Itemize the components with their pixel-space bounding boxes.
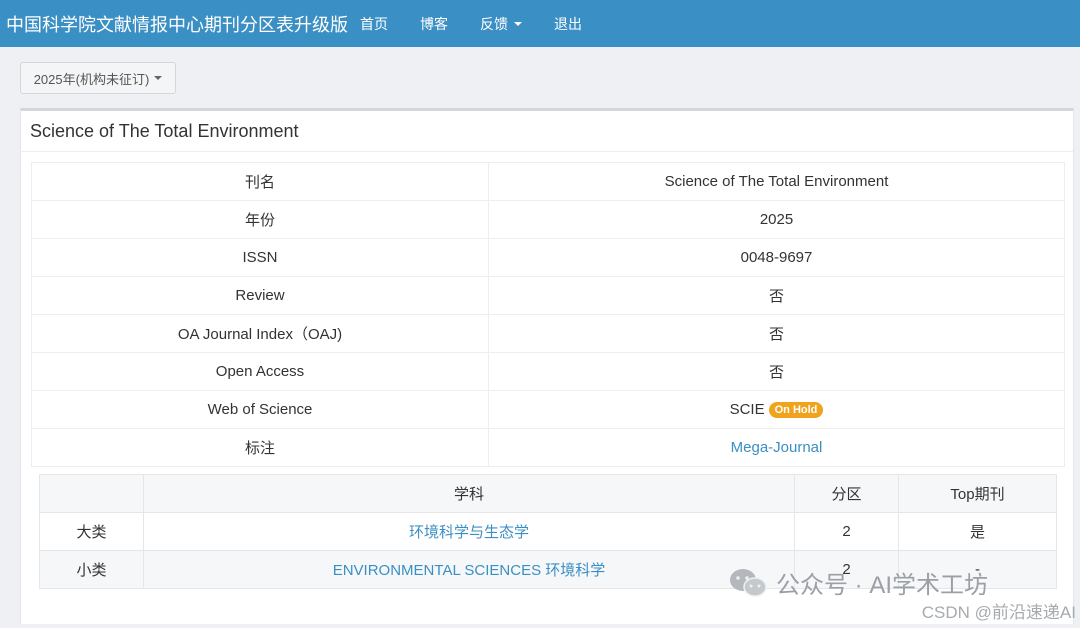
row-key: OA Journal Index（OAJ) <box>31 314 489 353</box>
journal-panel: Science of The Total Environment 刊名 Scien… <box>20 108 1074 624</box>
category-cell: 小类 <box>39 550 144 589</box>
year-select-label: 2025年(机构未征订) <box>33 71 150 87</box>
row-value-wos: SCIE On Hold <box>488 390 1065 429</box>
row-key: Open Access <box>31 352 489 391</box>
watermark: 公众号 · AI学术工坊 <box>728 565 988 600</box>
row-value: Mega-Journal <box>488 428 1065 467</box>
nav-home[interactable]: 首页 <box>360 14 388 34</box>
top-navbar: 中国科学院文献情报中心期刊分区表升级版 首页 博客 反馈 退出 <box>0 0 1080 47</box>
watermark-text: 公众号 · AI学术工坊 <box>776 572 989 599</box>
row-key: ISSN <box>31 238 489 277</box>
caret-down-icon <box>514 21 522 26</box>
table-row: Web of Science SCIE On Hold <box>31 390 1065 429</box>
journal-info-table: 刊名 Science of The Total Environment 年份 202… <box>31 162 1065 467</box>
table-row: 大类 环境科学与生态学 2 是 <box>39 512 1057 551</box>
caret-down-icon <box>154 76 163 80</box>
nav-home-label: 首页 <box>360 15 388 32</box>
row-value: 2025 <box>488 200 1065 239</box>
row-value: 否 <box>488 314 1065 353</box>
row-value: 否 <box>488 352 1065 391</box>
nav-logout[interactable]: 退出 <box>554 14 582 34</box>
col-header-top: Top期刊 <box>898 474 1057 513</box>
year-select-button[interactable]: 2025年(机构未征订) <box>20 62 176 94</box>
top-cell: 是 <box>898 512 1057 551</box>
table-row: 标注 Mega-Journal <box>31 428 1065 467</box>
nav-logout-label: 退出 <box>554 15 582 32</box>
table-row: 年份 2025 <box>31 200 1065 239</box>
table-row: ISSN 0048-9697 <box>31 238 1065 277</box>
zone-cell: 2 <box>794 512 899 551</box>
row-key: 刊名 <box>31 162 489 201</box>
subject-link[interactable]: ENVIRONMENTAL SCIENCES 环境科学 <box>333 562 606 579</box>
row-key: 年份 <box>31 200 489 239</box>
panel-title: Science of The Total Environment <box>21 111 1073 152</box>
brand-title[interactable]: 中国科学院文献情报中心期刊分区表升级版 <box>0 11 360 37</box>
table-header-row: 学科 分区 Top期刊 <box>39 474 1057 513</box>
nav-feedback-label: 反馈 <box>480 15 508 32</box>
row-key: Web of Science <box>31 390 489 429</box>
row-value: Science of The Total Environment <box>488 162 1065 201</box>
table-row: 刊名 Science of The Total Environment <box>31 162 1065 201</box>
col-header-category <box>39 474 144 513</box>
subject-link[interactable]: 环境科学与生态学 <box>409 524 529 541</box>
category-cell: 大类 <box>39 512 144 551</box>
row-value: 0048-9697 <box>488 238 1065 277</box>
col-header-zone: 分区 <box>794 474 899 513</box>
col-header-subject: 学科 <box>143 474 795 513</box>
table-row: OA Journal Index（OAJ) 否 <box>31 314 1065 353</box>
nav-blog-label: 博客 <box>420 15 448 32</box>
nav-blog[interactable]: 博客 <box>420 14 448 34</box>
subject-cell: ENVIRONMENTAL SCIENCES 环境科学 <box>143 550 795 589</box>
watermark-csdn: CSDN @前沿速递AI <box>921 603 1076 622</box>
nav-feedback-dropdown[interactable]: 反馈 <box>480 14 522 34</box>
status-badge: On Hold <box>768 402 824 419</box>
row-key: 标注 <box>31 428 489 467</box>
wechat-icon <box>730 568 767 597</box>
table-row: Review 否 <box>31 276 1065 315</box>
row-key: Review <box>31 276 489 315</box>
row-value: 否 <box>488 276 1065 315</box>
table-row: Open Access 否 <box>31 352 1065 391</box>
mega-journal-link[interactable]: Mega-Journal <box>731 439 823 456</box>
wos-value: SCIE <box>729 400 765 418</box>
subject-cell: 环境科学与生态学 <box>143 512 795 551</box>
